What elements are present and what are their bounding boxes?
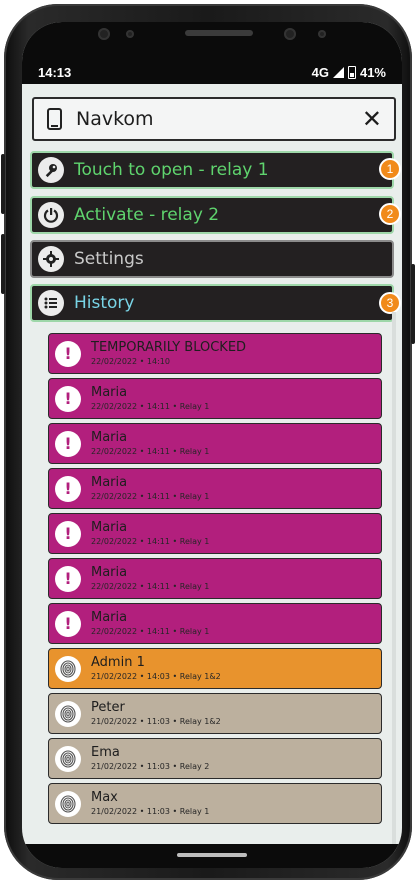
fingerprint-icon — [55, 790, 81, 817]
history-row-meta: 22/02/2022 • 14:10 — [91, 356, 170, 366]
status-indicators: 4G 41% — [312, 65, 386, 80]
list-icon — [38, 290, 64, 316]
history-row-title: Maria — [91, 384, 128, 400]
history-row-meta: 22/02/2022 • 14:11 • Relay 1 — [91, 626, 210, 636]
earpiece-speaker — [185, 30, 253, 36]
history-row[interactable]: Ema 21/02/2022 • 11:03 • Relay 2 — [48, 738, 382, 779]
signal-icon — [332, 67, 344, 78]
alert-icon: ! — [55, 520, 81, 547]
history-row-text: Maria 22/02/2022 • 14:11 • Relay 1 — [91, 610, 209, 638]
history-row-text: Maria 22/02/2022 • 14:11 • Relay 1 — [91, 385, 209, 413]
step-badge-3: 3 — [379, 292, 401, 314]
history-row[interactable]: Max 21/02/2022 • 11:03 • Relay 1 — [48, 783, 382, 824]
history-row-text: TEMPORARILY BLOCKED 22/02/2022 • 14:10 — [91, 340, 246, 368]
history-row-title: Max — [91, 789, 118, 805]
activate-relay-button[interactable]: Activate - relay 2 — [30, 196, 394, 234]
history-row-title: Maria — [91, 519, 128, 535]
home-gesture-bar[interactable] — [177, 853, 247, 857]
alert-icon: ! — [55, 340, 81, 367]
close-icon[interactable]: ✕ — [362, 107, 382, 131]
history-list: ! TEMPORARILY BLOCKED 22/02/2022 • 14:10! M… — [48, 333, 382, 828]
history-row-meta: 21/02/2022 • 14:03 • Relay 1&2 — [91, 671, 221, 681]
history-row-title: Maria — [91, 564, 128, 580]
power-button — [411, 264, 415, 344]
battery-percent: 41% — [359, 65, 386, 80]
battery-icon — [347, 66, 356, 79]
history-row-meta: 22/02/2022 • 14:11 • Relay 1 — [91, 581, 210, 591]
alert-icon: ! — [55, 385, 81, 412]
history-row-text: Maria 22/02/2022 • 14:11 • Relay 1 — [91, 520, 209, 548]
history-row[interactable]: Admin 1 21/02/2022 • 14:03 • Relay 1&2 — [48, 648, 382, 689]
network-type: 4G — [311, 65, 329, 80]
history-row-meta: 22/02/2022 • 14:11 • Relay 1 — [91, 401, 210, 411]
history-row-text: Maria 22/02/2022 • 14:11 • Relay 1 — [91, 475, 209, 503]
alert-icon: ! — [55, 610, 81, 637]
history-row-text: Maria 22/02/2022 • 14:11 • Relay 1 — [91, 430, 209, 458]
history-row-text: Max 21/02/2022 • 11:03 • Relay 1 — [91, 790, 209, 818]
touch-to-open-button[interactable]: Touch to open - relay 1 — [30, 151, 394, 189]
history-row-title: Admin 1 — [91, 654, 145, 670]
device-header: Navkom ✕ — [32, 97, 396, 141]
history-row-meta: 22/02/2022 • 14:11 • Relay 1 — [91, 491, 210, 501]
history-row-meta: 21/02/2022 • 11:03 • Relay 1&2 — [91, 716, 221, 726]
sensor — [284, 28, 296, 40]
history-row-meta: 22/02/2022 • 14:11 • Relay 1 — [91, 446, 210, 456]
key-icon — [38, 157, 64, 183]
status-bar: 14:13 4G 41% — [22, 62, 402, 84]
activate-relay-label: Activate - relay 2 — [74, 205, 220, 225]
history-row-title: TEMPORARILY BLOCKED — [91, 339, 247, 355]
history-row-text: Ema 21/02/2022 • 11:03 • Relay 2 — [91, 745, 209, 773]
status-time: 14:13 — [38, 65, 72, 80]
fingerprint-icon — [55, 655, 81, 682]
history-row-text: Maria 22/02/2022 • 14:11 • Relay 1 — [91, 565, 209, 593]
phone-frame: 14:13 4G 41% Navkom ✕ Touch to open - re… — [1, 4, 415, 880]
history-row-title: Maria — [91, 474, 128, 490]
history-row[interactable]: ! Maria 22/02/2022 • 14:11 • Relay 1 — [48, 558, 382, 599]
history-row[interactable]: Peter 21/02/2022 • 11:03 • Relay 1&2 — [48, 693, 382, 734]
history-row-text: Admin 1 21/02/2022 • 14:03 • Relay 1&2 — [91, 655, 221, 683]
history-row-title: Maria — [91, 609, 128, 625]
alert-icon: ! — [55, 565, 81, 592]
step-badge-2: 2 — [379, 203, 401, 225]
history-row-title: Maria — [91, 429, 128, 445]
settings-label: Settings — [74, 249, 144, 269]
history-row-meta: 21/02/2022 • 11:03 • Relay 1 — [91, 806, 210, 816]
history-row[interactable]: ! Maria 22/02/2022 • 14:11 • Relay 1 — [48, 468, 382, 509]
screen: 14:13 4G 41% Navkom ✕ Touch to open - re… — [22, 22, 402, 868]
history-row[interactable]: ! Maria 22/02/2022 • 14:11 • Relay 1 — [48, 513, 382, 554]
history-row[interactable]: ! Maria 22/02/2022 • 14:11 • Relay 1 — [48, 378, 382, 419]
fingerprint-icon — [55, 745, 81, 772]
history-row[interactable]: ! TEMPORARILY BLOCKED 22/02/2022 • 14:10 — [48, 333, 382, 374]
scrollbar[interactable] — [392, 312, 396, 852]
settings-button[interactable]: Settings — [30, 240, 394, 278]
smartphone-icon — [47, 108, 62, 130]
sensor — [318, 30, 326, 38]
sensor — [126, 30, 134, 38]
alert-icon: ! — [55, 475, 81, 502]
front-camera — [98, 28, 110, 40]
history-row-text: Peter 21/02/2022 • 11:03 • Relay 1&2 — [91, 700, 221, 728]
history-row[interactable]: ! Maria 22/02/2022 • 14:11 • Relay 1 — [48, 603, 382, 644]
navigation-bar — [22, 844, 402, 868]
history-row-title: Ema — [91, 744, 120, 760]
alert-icon: ! — [55, 430, 81, 457]
touch-to-open-label: Touch to open - relay 1 — [74, 160, 269, 180]
history-row-title: Peter — [91, 699, 125, 715]
history-label: History — [74, 293, 135, 313]
history-row[interactable]: ! Maria 22/02/2022 • 14:11 • Relay 1 — [48, 423, 382, 464]
step-badge-1: 1 — [379, 158, 401, 180]
history-row-meta: 21/02/2022 • 11:03 • Relay 2 — [91, 761, 210, 771]
volume-button — [1, 154, 5, 214]
side-button — [1, 234, 5, 294]
device-name: Navkom — [76, 108, 154, 130]
gear-icon — [38, 246, 64, 272]
power-icon — [38, 202, 64, 228]
history-button[interactable]: History — [30, 284, 394, 322]
history-row-meta: 22/02/2022 • 14:11 • Relay 1 — [91, 536, 210, 546]
fingerprint-icon — [55, 700, 81, 727]
